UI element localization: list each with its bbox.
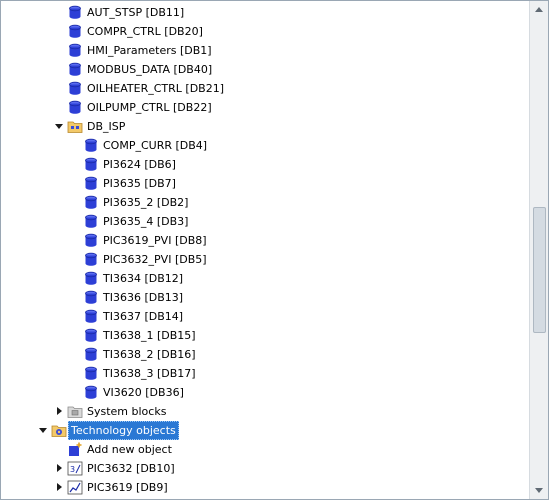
tree-item-ti3636[interactable]: TI3636 [DB13] [1,288,528,307]
data-block-icon [85,195,97,209]
tree-item-label: TI3636 [DB13] [103,291,184,304]
data-block-icon [85,138,97,152]
pid-trend-icon [67,480,83,495]
tree-item-label: COMPR_CTRL [DB20] [87,25,203,38]
tree-item-pi3624[interactable]: PI3624 [DB6] [1,155,528,174]
tree-item-label: TI3638_1 [DB15] [103,329,196,342]
tree-item-label: OILHEATER_CTRL [DB21] [87,82,225,95]
project-tree: AUT_STSP [DB11] COMPR_CTRL [DB20] HMI_Pa… [1,3,528,497]
data-block-icon [85,385,97,399]
tree-item-ti3634[interactable]: TI3634 [DB12] [1,269,528,288]
expand-arrow-icon[interactable] [55,464,64,473]
tree-item-modbus-data[interactable]: MODBUS_DATA [DB40] [1,60,528,79]
project-tree-panel: AUT_STSP [DB11] COMPR_CTRL [DB20] HMI_Pa… [0,0,549,500]
tree-item-label: Technology objects [68,421,179,440]
data-block-icon [85,271,97,285]
tree-item-label: PIC3619 [DB9] [87,481,168,494]
tree-item-label: PI3635_4 [DB3] [103,215,189,228]
data-block-icon [85,309,97,323]
tree-item-oilheater-ctrl[interactable]: OILHEATER_CTRL [DB21] [1,79,528,98]
data-block-icon [85,157,97,171]
tree-item-label: PI3635 [DB7] [103,177,176,190]
tree-item-label: DB_ISP [87,120,126,133]
data-block-icon [85,290,97,304]
technology-objects-icon [51,425,67,437]
tree-item-aut-stsp[interactable]: AUT_STSP [DB11] [1,3,528,22]
tree-item-pi3635[interactable]: PI3635 [DB7] [1,174,528,193]
tree-item-label: PI3635_2 [DB2] [103,196,189,209]
data-block-icon [85,176,97,190]
collapse-arrow-icon[interactable] [55,122,64,131]
tree-item-label: HMI_Parameters [DB1] [87,44,212,57]
tree-item-label: TI3638_3 [DB17] [103,367,196,380]
tree-item-label: System blocks [87,405,167,418]
tree-item-hmi-parameters[interactable]: HMI_Parameters [DB1] [1,41,528,60]
data-block-icon [85,252,97,266]
tree-item-label: AUT_STSP [DB11] [87,6,185,19]
scrollbar-thumb[interactable] [533,207,546,333]
tree-item-pic3619[interactable]: PIC3619 [DB9] [1,478,528,497]
scroll-down-arrow-icon[interactable] [530,481,548,499]
tree-item-label: PI3624 [DB6] [103,158,176,171]
tree-item-ti3637[interactable]: TI3637 [DB14] [1,307,528,326]
folder-icon [67,121,83,133]
data-block-icon [69,81,81,95]
tree-item-label: OILPUMP_CTRL [DB22] [87,101,212,114]
expand-arrow-icon[interactable] [55,483,64,492]
tree-item-label: TI3637 [DB14] [103,310,184,323]
data-block-icon [69,5,81,19]
data-block-icon [85,233,97,247]
tree-item-vi3620[interactable]: VI3620 [DB36] [1,383,528,402]
tree-item-pic3632[interactable]: 3 PIC3632 [DB10] [1,459,528,478]
collapse-arrow-icon[interactable] [39,426,48,435]
tree-item-label: TI3634 [DB12] [103,272,184,285]
tree-item-label: COMP_CURR [DB4] [103,139,208,152]
tree-item-add-new-object[interactable]: Add new object [1,440,528,459]
data-block-icon [85,366,97,380]
tree-item-label: PIC3632_PVI [DB5] [103,253,207,266]
add-new-object-icon [69,442,82,456]
tree-item-compr-ctrl[interactable]: COMPR_CTRL [DB20] [1,22,528,41]
tree-item-ti3638-1[interactable]: TI3638_1 [DB15] [1,326,528,345]
tree-folder-db-isp[interactable]: DB_ISP [1,117,528,136]
tree-item-ti3638-3[interactable]: TI3638_3 [DB17] [1,364,528,383]
scroll-up-arrow-icon[interactable] [530,1,548,19]
tree-item-label: Add new object [87,443,172,456]
pid-controller-icon: 3 [67,461,83,476]
data-block-icon [85,214,97,228]
tree-item-pic3619-pvi[interactable]: PIC3619_PVI [DB8] [1,231,528,250]
tree-item-label: PIC3632 [DB10] [87,462,175,475]
tree-item-pi3635-4[interactable]: PI3635_4 [DB3] [1,212,528,231]
svg-text:3: 3 [70,465,75,474]
tree-item-pic3632-pvi[interactable]: PIC3632_PVI [DB5] [1,250,528,269]
tree-item-ti3638-2[interactable]: TI3638_2 [DB16] [1,345,528,364]
tree-item-comp-curr[interactable]: COMP_CURR [DB4] [1,136,528,155]
system-blocks-icon [67,406,83,418]
tree-folder-system-blocks[interactable]: System blocks [1,402,528,421]
tree-item-label: MODBUS_DATA [DB40] [87,63,213,76]
tree-item-label: TI3638_2 [DB16] [103,348,196,361]
data-block-icon [69,43,81,57]
data-block-icon [85,328,97,342]
tree-item-oilpump-ctrl[interactable]: OILPUMP_CTRL [DB22] [1,98,528,117]
data-block-icon [69,100,81,114]
data-block-icon [85,347,97,361]
tree-item-label: PIC3619_PVI [DB8] [103,234,207,247]
tree-item-label: VI3620 [DB36] [103,386,184,399]
vertical-scrollbar[interactable] [529,1,548,499]
expand-arrow-icon[interactable] [55,407,64,416]
data-block-icon [69,24,81,38]
tree-folder-technology-objects[interactable]: Technology objects [1,421,528,440]
tree-item-pi3635-2[interactable]: PI3635_2 [DB2] [1,193,528,212]
data-block-icon [69,62,81,76]
